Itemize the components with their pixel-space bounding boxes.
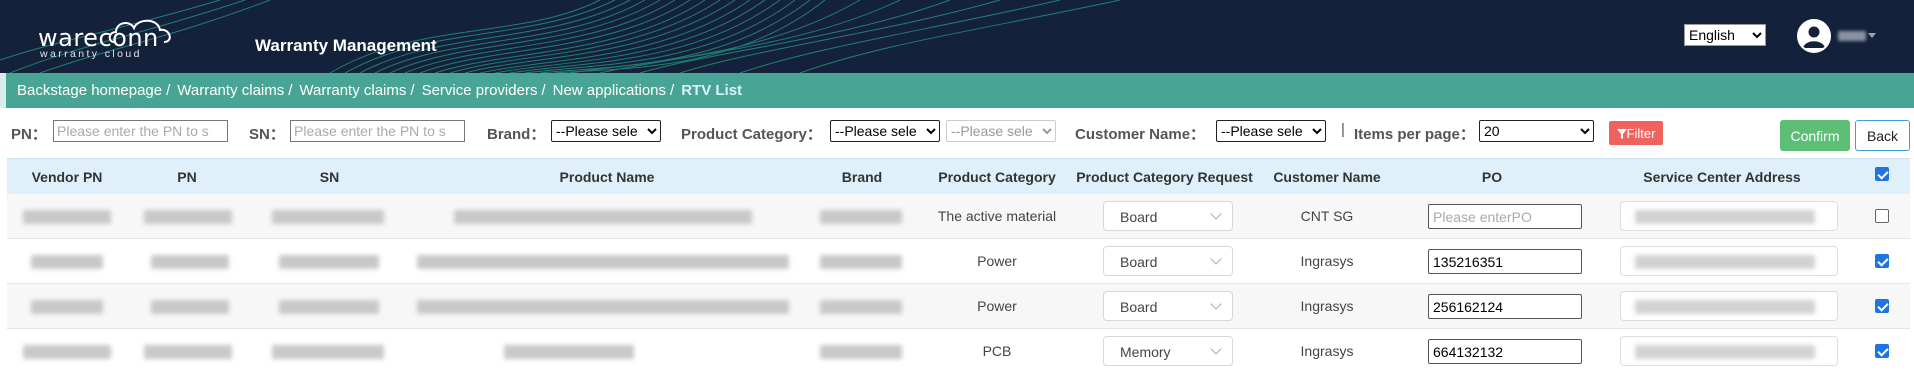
pn-redacted <box>151 255 229 269</box>
customer-name-cell: Ingrasys <box>1300 253 1354 269</box>
brand-redacted <box>820 210 902 224</box>
breadcrumb-item[interactable]: Warranty claims <box>177 82 284 99</box>
breadcrumb-item[interactable]: Backstage homepage <box>17 82 162 99</box>
brand-redacted <box>820 300 902 314</box>
product-name-redacted <box>417 300 789 314</box>
chevron-down-icon <box>1210 253 1222 265</box>
table-row: The active material Board CNT SG <box>7 194 1910 239</box>
column-header-category-request: Product Category Request <box>1076 169 1253 185</box>
language-select[interactable]: English <box>1684 24 1766 46</box>
product-category-select[interactable]: --Please sele <box>830 120 940 142</box>
breadcrumb-item[interactable]: Service providers <box>422 82 538 99</box>
confirm-button[interactable]: Confirm <box>1780 120 1850 151</box>
filter-divider: | <box>1341 121 1345 138</box>
wareconn-logo[interactable]: wareconn warranty cloud <box>38 18 183 60</box>
pn-redacted <box>144 345 232 359</box>
customer-name-cell: CNT SG <box>1300 208 1354 224</box>
row-checkbox[interactable] <box>1875 344 1889 358</box>
vendor-pn-redacted <box>23 345 111 359</box>
table-row: PCB Memory Ingrasys <box>7 329 1910 371</box>
pn-redacted <box>151 300 229 314</box>
product-category-cell: The active material <box>937 208 1057 224</box>
product-category-label: Product Category： <box>681 126 822 143</box>
filter-button[interactable]: Filter <box>1609 121 1663 145</box>
column-header-pn: PN <box>177 169 197 185</box>
product-category-cell: PCB <box>982 343 1012 359</box>
username-redacted[interactable] <box>1838 31 1866 41</box>
column-header-product-category: Product Category <box>938 169 1056 185</box>
brand-select[interactable]: --Please sele <box>551 120 661 142</box>
items-per-page-label: Items per page： <box>1354 126 1475 143</box>
table-row: Power Board Ingrasys <box>7 239 1910 284</box>
service-center-address-select[interactable] <box>1620 291 1838 321</box>
service-center-address-select[interactable] <box>1620 246 1838 276</box>
breadcrumb-item[interactable]: New applications <box>553 82 666 99</box>
sn-input[interactable] <box>290 120 465 142</box>
sn-label: SN： <box>249 126 285 143</box>
table-header: Vendor PN PN SN Product Name Brand Produ… <box>7 158 1910 194</box>
category-request-select[interactable]: Board <box>1103 246 1233 276</box>
brand-label: Brand： <box>487 126 546 143</box>
column-header-customer-name: Customer Name <box>1273 169 1381 185</box>
row-checkbox[interactable] <box>1875 299 1889 313</box>
back-button[interactable]: Back <box>1855 120 1910 151</box>
product-category-cell: Power <box>977 298 1017 314</box>
column-header-sn: SN <box>319 169 340 185</box>
vendor-pn-redacted <box>31 300 103 314</box>
row-checkbox[interactable] <box>1875 209 1889 223</box>
chevron-down-icon <box>1210 298 1222 310</box>
breadcrumb: Backstage homepage / Warranty claims / War… <box>0 73 1914 108</box>
brand-redacted <box>820 345 902 359</box>
customer-name-cell: Ingrasys <box>1300 298 1354 314</box>
customer-name-label: Customer Name： <box>1075 126 1206 143</box>
sn-redacted <box>272 210 384 224</box>
category-request-select[interactable]: Board <box>1103 201 1233 231</box>
row-checkbox[interactable] <box>1875 254 1889 268</box>
po-input[interactable] <box>1428 249 1582 274</box>
table-row: Power Board Ingrasys <box>7 284 1910 329</box>
column-header-po: PO <box>1481 169 1503 185</box>
product-category-cell: Power <box>977 253 1017 269</box>
column-header-product-name: Product Name <box>559 169 655 185</box>
category-request-select[interactable]: Board <box>1103 291 1233 321</box>
top-header: wareconn warranty cloud Warranty Managem… <box>0 0 1914 73</box>
product-name-redacted <box>504 345 634 359</box>
sn-redacted <box>279 255 379 269</box>
funnel-icon <box>1616 128 1627 139</box>
logo-subtext: warranty cloud <box>40 48 142 60</box>
sn-redacted <box>272 345 384 359</box>
service-center-address-select[interactable] <box>1620 336 1838 366</box>
product-name-redacted <box>417 255 789 269</box>
pn-label: PN： <box>11 126 47 143</box>
vendor-pn-redacted <box>31 255 103 269</box>
user-avatar-icon[interactable] <box>1797 19 1831 53</box>
pn-input[interactable] <box>53 120 228 142</box>
vendor-pn-redacted <box>23 210 111 224</box>
chevron-down-icon <box>1210 343 1222 355</box>
app-title: Warranty Management <box>255 36 437 55</box>
sn-redacted <box>279 300 379 314</box>
breadcrumb-current: RTV List <box>681 82 743 99</box>
select-all-checkbox[interactable] <box>1875 167 1889 181</box>
product-name-redacted <box>454 210 752 224</box>
items-per-page-select[interactable]: 20 <box>1479 120 1594 142</box>
po-input[interactable] <box>1428 294 1582 319</box>
breadcrumb-item[interactable]: Warranty claims <box>299 82 406 99</box>
customer-name-cell: Ingrasys <box>1300 343 1354 359</box>
po-input[interactable] <box>1428 339 1582 364</box>
product-subcategory-select: --Please sele <box>946 120 1056 142</box>
brand-redacted <box>820 255 902 269</box>
chevron-down-icon <box>1210 208 1222 220</box>
customer-name-select[interactable]: --Please sele <box>1216 120 1326 142</box>
column-header-service-center-address: Service Center Address <box>1643 169 1801 185</box>
column-header-vendor-pn: Vendor PN <box>31 169 103 185</box>
pn-redacted <box>144 210 232 224</box>
po-input[interactable] <box>1428 204 1582 229</box>
column-header-brand: Brand <box>841 169 883 185</box>
chevron-down-icon[interactable] <box>1868 33 1876 38</box>
service-center-address-select[interactable] <box>1620 201 1838 231</box>
category-request-select[interactable]: Memory <box>1103 336 1233 366</box>
